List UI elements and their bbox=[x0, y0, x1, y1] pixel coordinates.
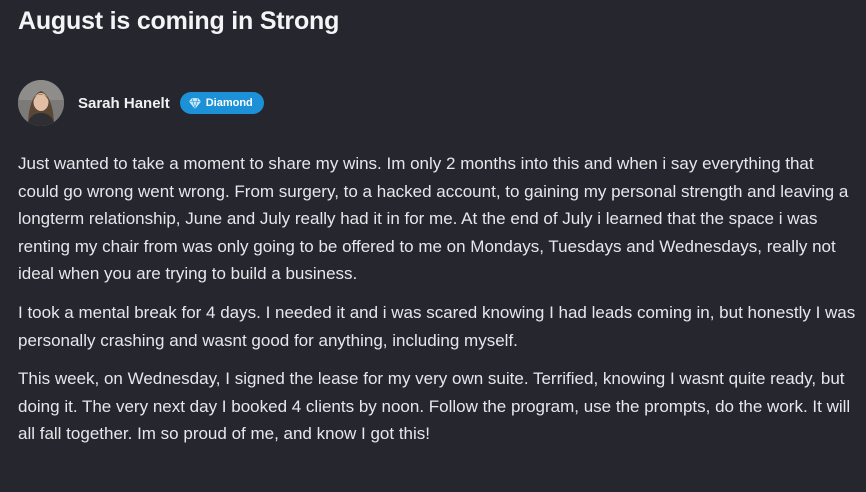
diamond-badge: Diamond bbox=[179, 92, 264, 114]
post-paragraph: This week, on Wednesday, I signed the le… bbox=[18, 369, 851, 444]
post-paragraph: Just wanted to take a moment to share my… bbox=[18, 154, 849, 284]
badge-label: Diamond bbox=[205, 97, 253, 109]
avatar[interactable] bbox=[18, 80, 64, 126]
post-title: August is coming in Strong bbox=[18, 7, 340, 35]
post-body: Just wanted to take a moment to share my… bbox=[18, 150, 856, 459]
post-paragraph: I took a mental break for 4 days. I need… bbox=[18, 302, 856, 350]
author-name[interactable]: Sarah Hanelt bbox=[78, 95, 170, 112]
author-row: Sarah Hanelt Diamond bbox=[18, 80, 264, 126]
user-photo-icon bbox=[18, 80, 64, 126]
diamond-icon bbox=[188, 97, 201, 109]
